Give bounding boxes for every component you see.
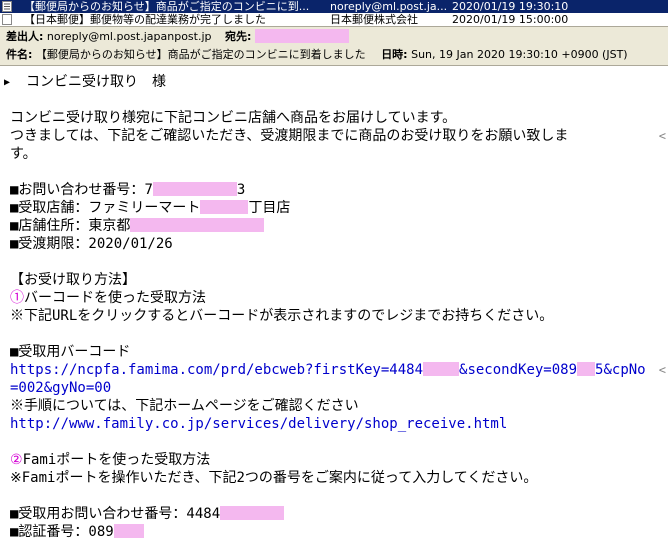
paragraph-1: コンビニ受け取り様宛に下記コンビニ店舗へ商品をお届けしています。 [10,110,457,126]
method-2-label: Famiポートを使った受取方法 [22,452,211,468]
row-from: noreply@ml.post.ja... [330,0,448,13]
redacted-auth [113,524,144,538]
message-row[interactable]: 【日本郵便】郵便物等の配達業務が完了しました 日本郵便株式会社 2020/01/… [0,13,668,26]
redacted-first-key [423,362,460,376]
deadline: ■受渡期限：2020/01/26 [10,236,173,252]
procedure-note: ※手順については、下記ホームページをご確認ください [10,398,359,414]
barcode-url-part-3[interactable]: 5&cpNo [595,362,646,378]
overflow-arrow-icon: < [658,363,666,377]
message-row-selected[interactable]: 【郵便局からのお知らせ】商品がご指定のコンビニに到... noreply@ml.… [0,0,668,13]
message-body: ▶ コンビニ受け取り 様 コンビニ受け取り様宛に下記コンビニ店舗へ商品をお届けし… [0,66,668,552]
barcode-url-part-1[interactable]: https://ncpfa.famima.com/prd/ebcweb?firs… [10,362,423,378]
barcode-url[interactable]: https://ncpfa.famima.com/prd/ebcweb?firs… [10,362,646,380]
receive-inquiry-label: ■受取用お問い合わせ番号：4484 [10,506,221,522]
inquiry-end: 3 [236,182,246,198]
store-address: ■店舗住所：東京都 [10,218,265,236]
from-value[interactable]: noreply@ml.post.japanpost.jp [47,30,212,43]
store-suffix: 丁目店 [248,200,291,216]
envelope-icon [2,14,12,25]
auth-label: ■認証番号：089 [10,524,114,540]
paragraph-2a: つきましては、下記をご確認いただき、受渡期限までに商品のお受け取りをお願い致しま [10,128,569,144]
method-2-title: ②Famiポートを使った受取方法 [10,452,210,470]
redacted-to [254,29,349,43]
address-label: ■店舗住所：東京都 [10,218,131,234]
row-from: 日本郵便株式会社 [330,13,418,26]
method-1-label: バーコードを使った受取方法 [24,290,206,306]
redacted-address [130,218,265,232]
subject-value: 【郵便局からのお知らせ】商品がご指定のコンビニに到着しました [35,48,366,61]
header-from-line: 差出人: noreply@ml.post.japanpost.jp 宛先: [6,29,349,45]
header-subject-line: 件名: 【郵便局からのお知らせ】商品がご指定のコンビニに到着しました 日時: S… [6,47,628,63]
inquiry-start: 7 [144,182,153,198]
paragraph-2b: す。 [10,146,37,162]
triangle-right-icon: ▶ [4,77,11,88]
redacted-inquiry [152,182,237,196]
row-date: 2020/01/19 19:30:10 [452,0,569,13]
subject-label: 件名: [6,48,33,61]
method-1-number: ① [10,290,24,306]
redacted-second-key [577,362,596,376]
method-2-note: ※Famiポートを操作いただき、下記2つの番号をご案内に従って入力してください。 [10,470,538,486]
date-value: Sun, 19 Jan 2020 19:30:10 +0900 (JST) [411,48,628,61]
barcode-url-part-2[interactable]: &secondKey=089 [459,362,577,378]
overflow-arrow-icon: < [658,129,666,143]
barcode-title: ■受取用バーコード [10,344,131,360]
date-label: 日時: [381,48,408,61]
method-1-note: ※下記URLをクリックするとバーコードが表示されますのでレジまでお持ちください。 [10,308,554,324]
store-label: ■受取店舗：ファミリーマート [10,200,201,216]
message-list[interactable]: 【郵便局からのお知らせ】商品がご指定のコンビニに到... noreply@ml.… [0,0,668,26]
row-subject: 【日本郵便】郵便物等の配達業務が完了しました [24,13,266,26]
greeting: コンビニ受け取り 様 [26,74,166,90]
shop-receive-link[interactable]: http://www.family.co.jp/services/deliver… [10,416,507,434]
auth-number: ■認証番号：089 [10,524,144,542]
redacted-store [200,200,249,214]
inquiry-number: ■お問い合わせ番号：7 3 [10,182,245,200]
store-name: ■受取店舗：ファミリーマート 丁目店 [10,200,290,218]
inquiry-label: ■お問い合わせ番号： [10,182,145,198]
redacted-receive-inquiry [220,506,285,520]
method-2-number: ② [10,452,23,468]
receive-inquiry-number: ■受取用お問い合わせ番号：4484 [10,506,285,524]
method-title: 【お受け取り方法】 [10,272,136,288]
envelope-icon [2,1,12,12]
barcode-url-continued[interactable]: =002&gyNo=00 [10,380,111,398]
message-header: 差出人: noreply@ml.post.japanpost.jp 宛先: 件名… [0,26,668,66]
method-1-title: ①バーコードを使った受取方法 [10,290,206,308]
from-label: 差出人: [6,30,44,43]
row-date: 2020/01/19 15:00:00 [452,13,569,26]
to-label: 宛先: [225,30,252,43]
row-subject: 【郵便局からのお知らせ】商品がご指定のコンビニに到... [24,0,310,13]
